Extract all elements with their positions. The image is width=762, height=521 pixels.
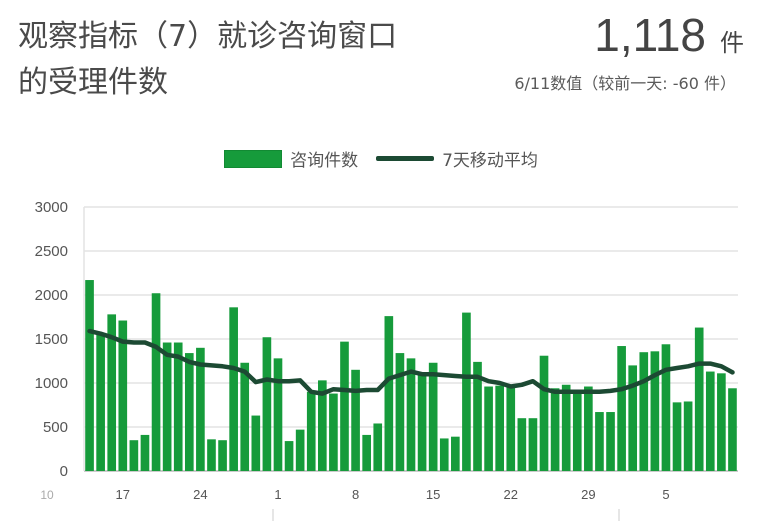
bar	[351, 369, 360, 471]
bar	[694, 327, 704, 471]
bar	[584, 386, 593, 471]
bar	[661, 344, 671, 471]
y-tick-label: 500	[43, 419, 68, 436]
bar	[306, 391, 316, 471]
bar	[550, 388, 560, 471]
bar	[207, 439, 216, 471]
bar	[362, 434, 371, 471]
bar	[262, 337, 272, 471]
bar	[151, 293, 161, 471]
bar	[539, 355, 549, 471]
bar	[273, 358, 283, 471]
bar	[96, 333, 105, 471]
bar	[650, 351, 660, 471]
bar	[240, 362, 250, 471]
bar	[506, 386, 516, 471]
bar	[340, 341, 349, 471]
bar	[129, 440, 139, 471]
x-tick-label: 1	[274, 487, 281, 502]
bar	[162, 342, 172, 471]
bar	[683, 401, 693, 471]
bar	[517, 418, 527, 471]
x-tick-label: 29	[581, 487, 595, 502]
bar	[251, 415, 261, 471]
bar	[606, 412, 615, 471]
bar	[384, 316, 394, 471]
bar	[462, 312, 471, 471]
bar	[717, 373, 726, 471]
bar	[395, 353, 405, 471]
x-tick-label: 5	[662, 487, 669, 502]
x-tick-label: 17	[116, 487, 130, 502]
bar	[173, 342, 183, 471]
bar	[451, 436, 460, 471]
bar	[295, 429, 305, 471]
bar	[428, 362, 438, 471]
bar	[184, 353, 194, 471]
bar	[85, 280, 94, 471]
x-tick-label: 22	[504, 487, 518, 502]
bar	[495, 385, 505, 471]
bar	[439, 438, 449, 471]
x-tick-label: 10	[40, 488, 54, 502]
bar	[329, 393, 338, 471]
x-tick-label: 8	[352, 487, 359, 502]
bar	[229, 307, 238, 471]
bar	[572, 391, 582, 471]
bar	[140, 434, 150, 471]
bar	[617, 346, 626, 471]
bar-series	[85, 280, 737, 471]
bar	[728, 388, 737, 471]
y-axis: 0 500 1000 1500 2000 2500 3000	[35, 199, 85, 480]
bar	[705, 371, 715, 471]
bar	[672, 402, 682, 471]
bar	[406, 358, 416, 471]
bar	[284, 441, 294, 471]
bar	[528, 418, 538, 471]
y-tick-label: 1000	[35, 375, 68, 392]
x-tick-label: 24	[193, 487, 207, 502]
bar	[561, 384, 571, 471]
y-tick-label: 2000	[35, 287, 68, 304]
x-tick-label: 15	[426, 487, 440, 502]
bar	[484, 386, 493, 471]
bar	[373, 423, 383, 471]
y-tick-label: 1500	[35, 331, 68, 348]
chart-plot-area: 0 500 1000 1500 2000 2500 3000 10 17 24 1 8 15 22 29 5	[35, 199, 738, 521]
bar	[218, 440, 227, 471]
x-axis: 10 17 24 1 8 15 22 29 5	[40, 487, 670, 521]
bar	[639, 352, 649, 471]
bar	[628, 365, 638, 471]
y-tick-label: 0	[60, 463, 68, 480]
y-tick-label: 3000	[35, 199, 68, 216]
y-tick-label: 2500	[35, 243, 68, 260]
bar	[417, 374, 427, 471]
bar	[595, 412, 604, 471]
